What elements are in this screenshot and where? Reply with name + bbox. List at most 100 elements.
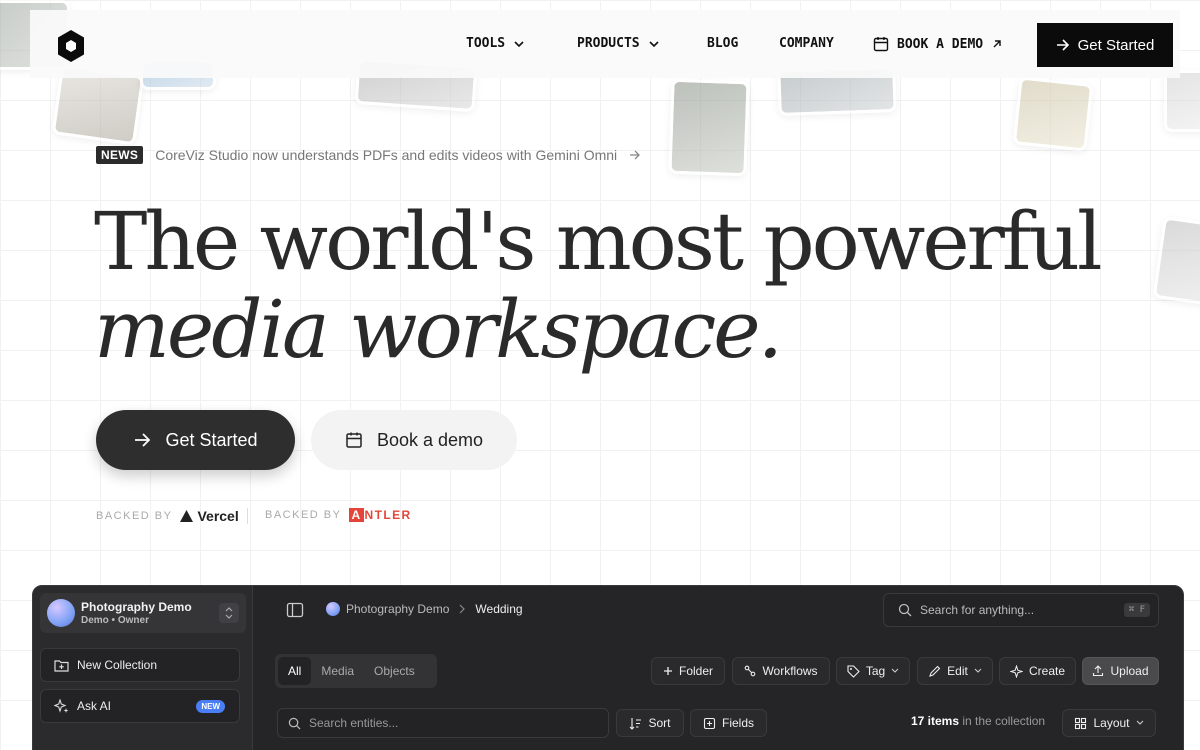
folder-plus-icon [54,659,69,672]
tag-label: Tag [865,664,886,678]
sort-label: Sort [648,716,671,730]
upload-icon [1093,665,1104,677]
create-button[interactable]: Create [999,657,1076,685]
layout-label: Layout [1093,716,1130,730]
bg-photo [668,78,750,177]
create-label: Create [1028,664,1066,678]
backer-vercel: BACKED BY Vercel [96,508,239,524]
view-tabs: All Media Objects [275,654,437,688]
hero-headline-line1: The world's most powerful [94,195,1103,288]
tab-objects[interactable]: Objects [364,657,425,685]
backed-by-label: BACKED BY [96,510,173,522]
vercel-name: Vercel [197,508,239,524]
backed-by-label: BACKED BY [265,509,342,521]
workflows-button[interactable]: Workflows [732,657,830,685]
get-started-label: Get Started [165,429,258,450]
top-nav: TOOLS PRODUCTS BLOG COMPANY BOOK A DEMO … [30,10,1180,78]
plus-icon [663,667,672,675]
avatar [326,602,340,616]
bg-photo [1012,76,1094,152]
entity-search-input[interactable]: Search entities... [277,708,609,738]
nav-company[interactable]: COMPANY [779,36,834,51]
upload-label: Upload [1110,664,1149,678]
chevron-down-icon [974,668,982,673]
chevron-updown-icon [219,603,239,623]
calendar-icon [873,37,889,52]
arrow-right-icon [1056,39,1069,51]
vercel-logo: Vercel [180,508,239,524]
items-count-value: 17 items [911,714,960,728]
chevron-down-icon [514,40,524,47]
chevron-down-icon [649,40,659,47]
chevron-down-icon [1136,720,1143,725]
breadcrumb-workspace[interactable]: Photography Demo [346,602,449,616]
workspace-switcher[interactable]: Photography Demo Demo • Owner [40,593,246,633]
sparkle-icon [54,698,69,713]
fields-icon [703,717,716,729]
search-icon [288,717,301,729]
avatar [47,599,75,627]
sidebar-toggle-icon[interactable] [286,601,304,619]
nav-products[interactable]: PRODUCTS [577,36,660,51]
logo-icon[interactable] [56,29,86,63]
get-started-nav-label: Get Started [1077,36,1155,54]
search-shortcut: ⌘ F [1123,603,1150,617]
fields-button[interactable]: Fields [690,709,767,737]
tag-button[interactable]: Tag [836,657,910,685]
app-sidebar: Photography Demo Demo • Owner New Collec… [33,586,253,750]
arrow-up-right-icon [993,40,1001,48]
news-text: CoreViz Studio now understands PDFs and … [155,147,618,163]
new-badge: NEW [196,700,225,713]
nav-book-demo[interactable]: BOOK A DEMO [873,36,1003,52]
vercel-triangle-icon [180,510,194,522]
hero-headline: The world's most powerful media workspac… [94,195,1103,376]
ask-ai-button[interactable]: Ask AI NEW [40,689,240,723]
backer-divider [247,508,248,524]
tab-media[interactable]: Media [311,657,364,685]
upload-button[interactable]: Upload [1082,657,1159,685]
get-started-nav-button[interactable]: Get Started [1037,23,1173,67]
arrow-right-icon [630,150,641,160]
edit-button[interactable]: Edit [917,657,993,685]
new-collection-label: New Collection [77,658,158,672]
breadcrumb: Photography Demo Wedding [326,602,523,616]
add-folder-button[interactable]: Folder [651,657,725,685]
antler-logo: A NTLER [349,508,412,522]
ask-ai-label: Ask AI [77,699,112,713]
edit-label: Edit [947,664,968,678]
workspace-subtitle: Demo • Owner [81,615,149,626]
nav-company-label: COMPANY [779,36,834,51]
arrow-right-icon [135,433,151,447]
breadcrumb-collection[interactable]: Wedding [475,602,522,616]
nav-blog-label: BLOG [707,36,739,51]
layout-grid-icon [1075,717,1087,729]
news-banner[interactable]: NEWS CoreViz Studio now understands PDFs… [96,146,641,164]
app-preview: Photography Demo Demo • Owner New Collec… [32,585,1184,750]
bg-photo [1152,216,1200,306]
get-started-button[interactable]: Get Started [96,410,295,470]
global-search-placeholder: Search for anything... [920,603,1035,617]
layout-button[interactable]: Layout [1062,709,1156,737]
nav-tools-label: TOOLS [466,36,506,51]
nav-tools[interactable]: TOOLS [466,36,525,51]
nav-blog[interactable]: BLOG [707,36,738,51]
nav-products-label: PRODUCTS [577,36,640,51]
sparkle-icon [1009,664,1023,678]
calendar-icon [346,432,362,448]
news-badge: NEWS [96,146,144,164]
tab-all[interactable]: All [278,657,312,685]
pencil-icon [929,665,941,677]
workflows-label: Workflows [762,664,818,678]
sort-button[interactable]: Sort [616,709,684,737]
chevron-down-icon [891,668,899,673]
hero-headline-line2: media workspace. [94,283,783,376]
sort-icon [630,717,642,730]
workflow-icon [745,665,756,677]
items-count: 17 items in the collection [911,714,1045,728]
nav-book-demo-label: BOOK A DEMO [897,36,984,52]
search-icon [898,603,912,617]
global-search-input[interactable]: Search for anything... ⌘ F [883,593,1159,627]
fields-label: Fields [721,716,754,730]
new-collection-button[interactable]: New Collection [40,648,240,682]
book-demo-button[interactable]: Book a demo [311,410,517,470]
